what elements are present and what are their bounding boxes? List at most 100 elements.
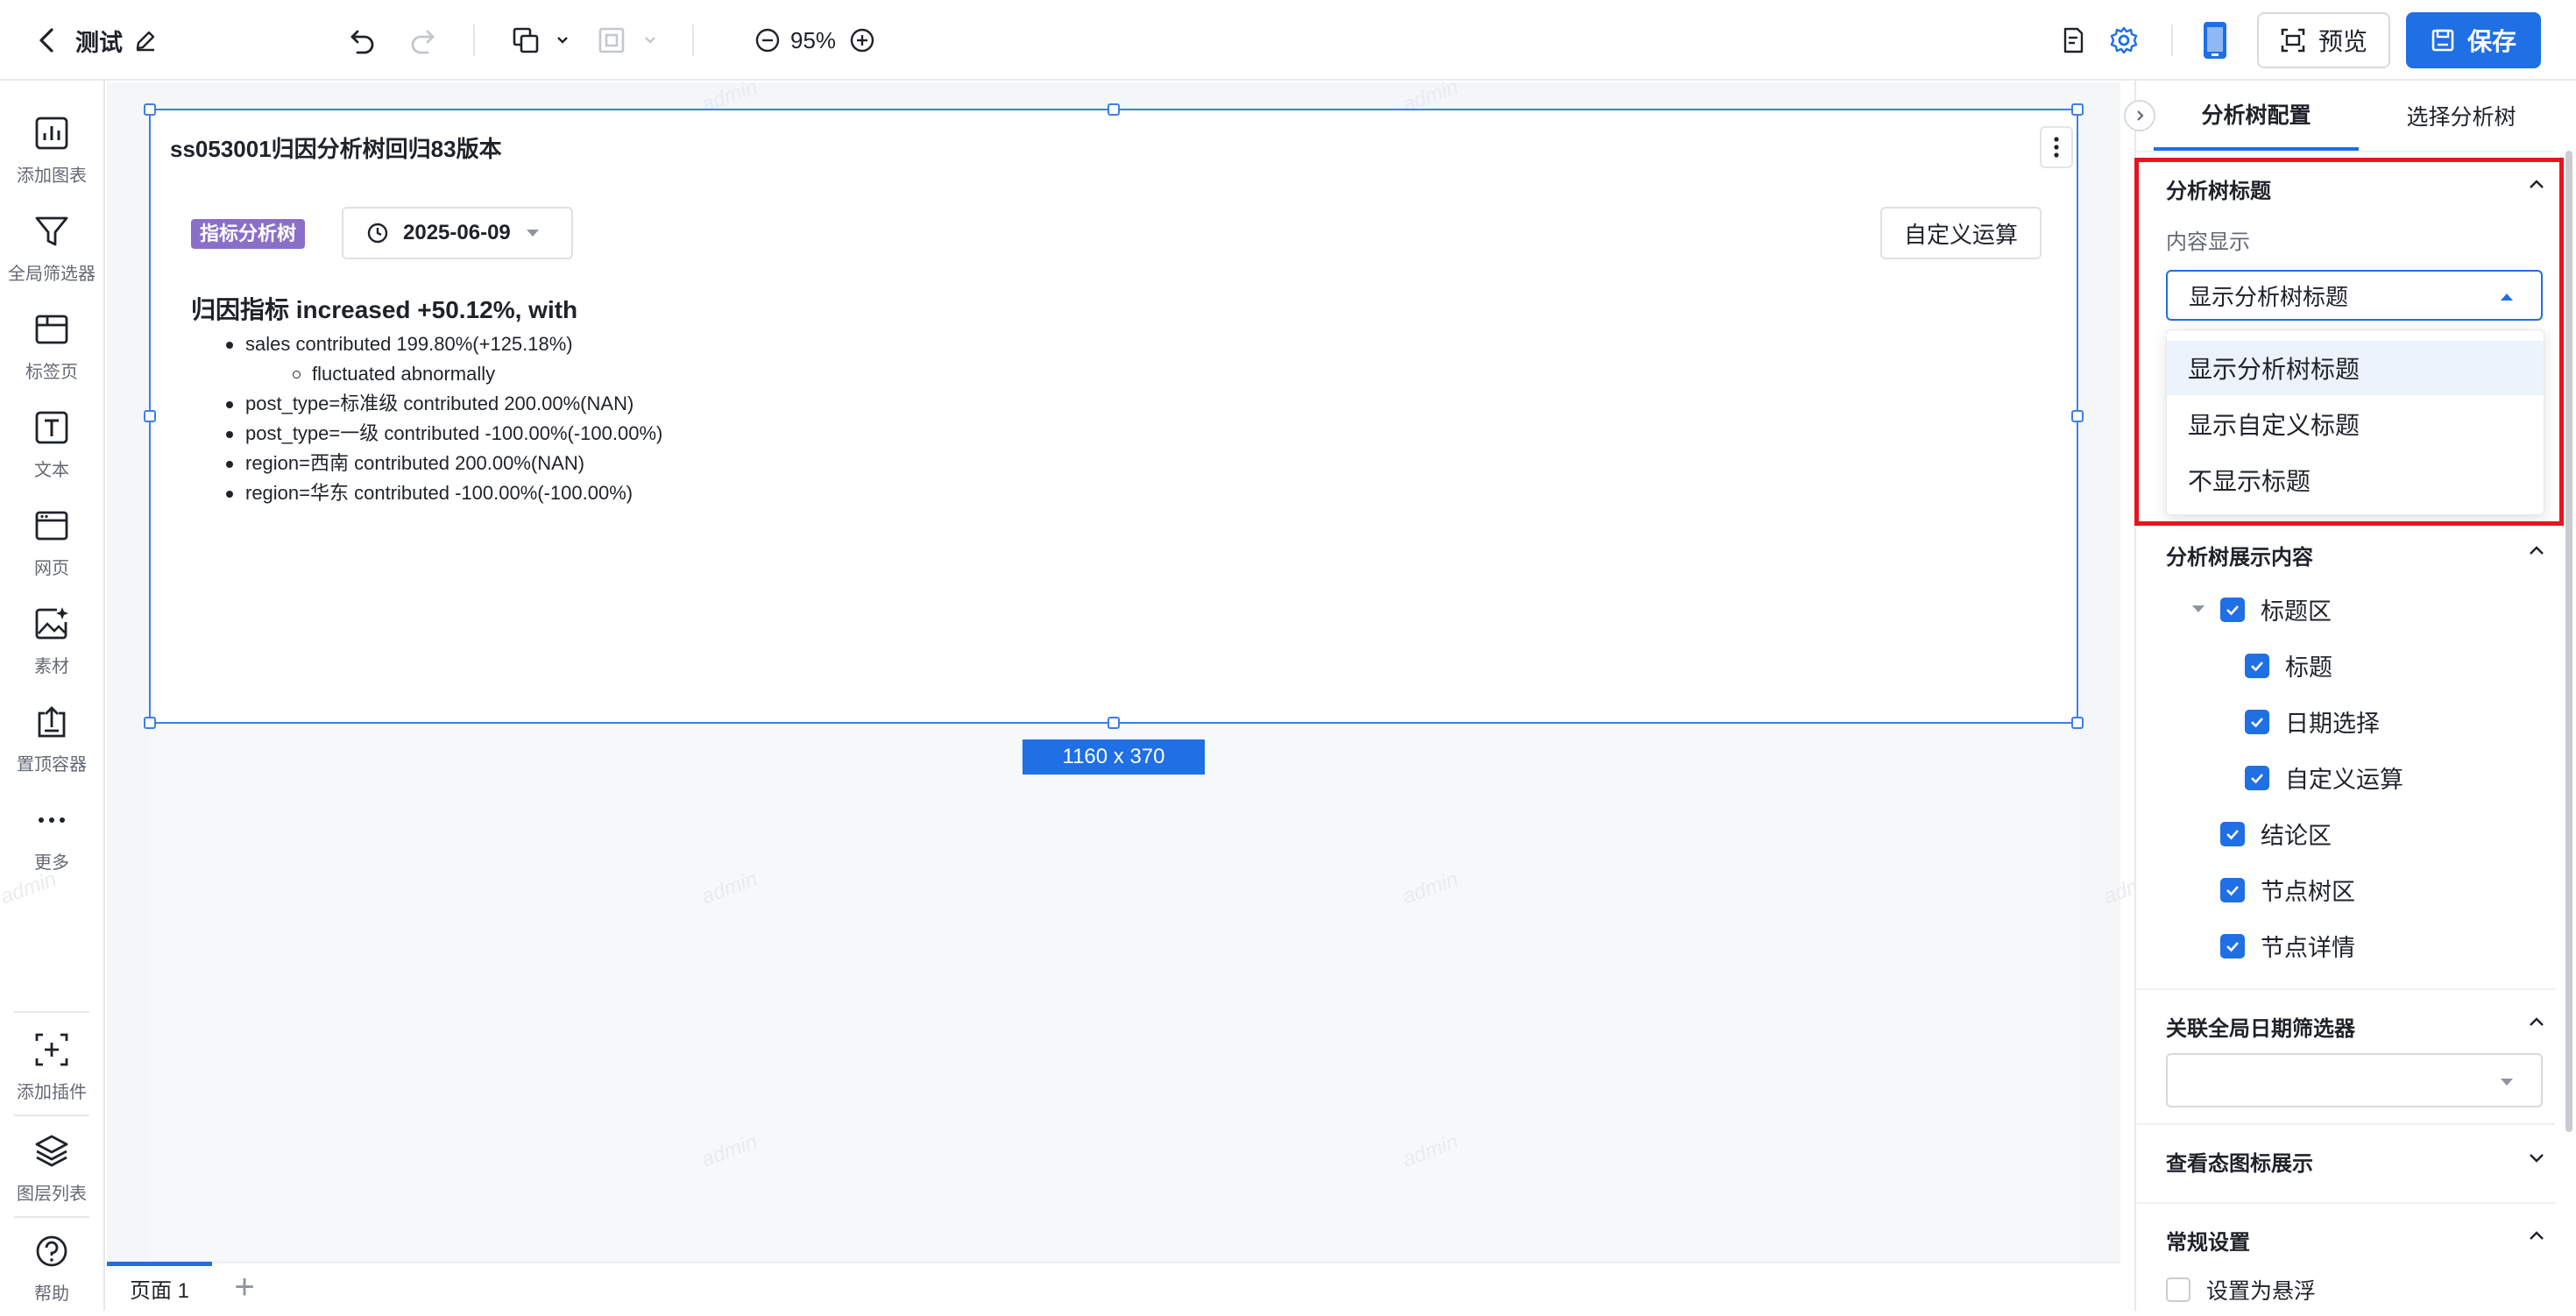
section-title-display-content: 分析树展示内容 (2166, 546, 2313, 570)
add-plugin-icon (35, 1033, 68, 1066)
pin-top-container-button[interactable]: 置顶容器 (0, 699, 103, 787)
more-dots-icon (39, 817, 65, 823)
page-tabs-bar: 页面 1 + (107, 1262, 2120, 1311)
resize-handle-se[interactable] (2071, 717, 2084, 729)
resize-handle-n[interactable] (1108, 103, 1120, 116)
resize-handle-ne[interactable] (2071, 103, 2084, 116)
checkbox-label: 日期选择 (2285, 711, 2380, 737)
layers-button[interactable]: 图层列表 (0, 1129, 103, 1216)
checkbox-date-select[interactable]: 日期选择 (2245, 704, 2380, 739)
preview-label: 预览 (2318, 28, 2367, 55)
pin-top-label: 置顶容器 (17, 755, 87, 775)
checkbox-node-details[interactable]: 节点详情 (2220, 929, 2355, 963)
checkbox-label: 自定义运算 (2285, 767, 2403, 793)
help-icon (36, 1235, 67, 1267)
widget-more-icon[interactable] (2040, 126, 2073, 168)
copy-dropdown-chevron-icon[interactable] (550, 28, 575, 53)
page-title: 测试 (75, 29, 123, 56)
list-item: region=华东 contributed -100.00%(-100.00%) (226, 478, 662, 508)
chevron-up-icon[interactable] (2525, 540, 2548, 562)
webpage-icon (35, 511, 68, 541)
checkbox-label: 标题区 (2261, 598, 2332, 625)
checkbox-title-area[interactable]: 标题区 (2220, 592, 2332, 626)
resize-handle-s[interactable] (1108, 717, 1120, 729)
tabs-icon (35, 315, 68, 344)
checkbox-checked-icon (2220, 933, 2245, 959)
resize-handle-nw[interactable] (144, 103, 156, 116)
global-date-filter-select[interactable] (2166, 1053, 2543, 1107)
align-icon[interactable] (592, 21, 631, 60)
tab-page-1[interactable]: 页面 1 (107, 1262, 212, 1312)
undo-icon[interactable] (343, 21, 382, 60)
tabs-label: 标签页 (25, 363, 78, 382)
copy-icon[interactable] (506, 21, 545, 60)
back-icon[interactable] (30, 23, 65, 58)
resize-handle-w[interactable] (144, 410, 156, 422)
section-divider (2136, 1202, 2555, 1204)
tabs-button[interactable]: 标签页 (0, 307, 103, 394)
save-button[interactable]: 保存 (2406, 12, 2541, 68)
leftbar-divider (14, 1114, 89, 1116)
checkbox-label: 设置为悬浮 (2206, 1279, 2317, 1304)
checkbox-node-tree-area[interactable]: 节点树区 (2220, 873, 2355, 907)
save-icon (2431, 28, 2455, 53)
gear-icon[interactable] (2105, 21, 2143, 60)
top-toolbar: 测试 95% 预览 保存 (0, 0, 2576, 81)
asset-button[interactable]: 素材 (0, 601, 103, 689)
leftbar-divider (14, 1011, 89, 1013)
help-button[interactable]: 帮助 (0, 1228, 103, 1316)
panel-scrollbar[interactable] (2565, 151, 2572, 1132)
global-filter-button[interactable]: 全局筛选器 (0, 209, 103, 296)
chevron-down-icon[interactable] (2525, 1146, 2548, 1169)
global-filter-label: 全局筛选器 (8, 265, 96, 284)
section-title-general-settings: 常规设置 (2166, 1231, 2250, 1255)
checkbox-conclusion-area[interactable]: 结论区 (2220, 817, 2332, 851)
leftbar-divider (14, 1216, 89, 1218)
tree-collapse-caret-icon[interactable] (2190, 603, 2206, 615)
resize-handle-e[interactable] (2071, 410, 2084, 422)
chevron-up-icon[interactable] (2525, 1225, 2548, 1248)
save-label: 保存 (2466, 28, 2516, 55)
attribution-list: sales contributed 199.80%(+125.18%) fluc… (226, 329, 662, 508)
preview-button[interactable]: 预览 (2257, 12, 2390, 68)
tab-select-tree[interactable]: 选择分析树 (2359, 81, 2564, 151)
left-component-bar: 添加图表 全局筛选器 标签页 文本 网页 素材 置顶容器 更多 添加插件 图层列… (0, 81, 105, 1311)
edit-title-icon[interactable] (130, 25, 161, 56)
redo-icon[interactable] (403, 21, 442, 60)
checkbox-custom-operation[interactable]: 自定义运算 (2245, 761, 2403, 795)
collapse-panel-icon[interactable] (2124, 100, 2155, 131)
analysis-tree-widget[interactable]: ss053001归因分析树回归83版本 指标分析树 2025-06-09 自定义… (149, 109, 2078, 724)
highlight-annotation-box (2134, 158, 2564, 526)
checkbox-label: 标题 (2285, 654, 2332, 681)
mobile-view-icon[interactable] (2196, 18, 2234, 63)
align-dropdown-chevron-icon[interactable] (638, 28, 662, 53)
add-page-icon[interactable]: + (224, 1267, 265, 1307)
chevron-up-icon[interactable] (2525, 1011, 2548, 1034)
clock-icon (366, 222, 389, 244)
add-chart-button[interactable]: 添加图表 (0, 110, 103, 198)
webpage-button[interactable]: 网页 (0, 503, 103, 591)
webpage-label: 网页 (34, 559, 69, 578)
checkbox-checked-icon (2220, 597, 2245, 622)
checkbox-checked-icon (2245, 765, 2269, 790)
zoom-in-icon[interactable] (845, 23, 880, 58)
layers-label: 图层列表 (17, 1185, 87, 1204)
zoom-out-icon[interactable] (750, 23, 785, 58)
section-divider (2136, 1123, 2555, 1125)
widget-size-badge: 1160 x 370 (1023, 739, 1205, 775)
document-settings-icon[interactable] (2054, 21, 2092, 60)
section-divider (2136, 988, 2555, 990)
resize-handle-sw[interactable] (144, 717, 156, 729)
text-button[interactable]: 文本 (0, 405, 103, 492)
add-plugin-button[interactable]: 添加插件 (0, 1027, 103, 1114)
checkbox-title[interactable]: 标题 (2245, 648, 2332, 683)
checkbox-checked-icon (2220, 821, 2245, 846)
section-title-global-date-filter: 关联全局日期筛选器 (2166, 1017, 2355, 1041)
date-picker[interactable]: 2025-06-09 (342, 207, 573, 259)
checkbox-set-floating[interactable]: 设置为悬浮 (2166, 1274, 2316, 1305)
caret-down-icon (2501, 1079, 2513, 1086)
custom-operation-button[interactable]: 自定义运算 (1880, 207, 2042, 259)
tab-tree-config[interactable]: 分析树配置 (2154, 81, 2359, 151)
checkbox-label: 结论区 (2261, 823, 2332, 849)
help-label: 帮助 (34, 1284, 69, 1304)
